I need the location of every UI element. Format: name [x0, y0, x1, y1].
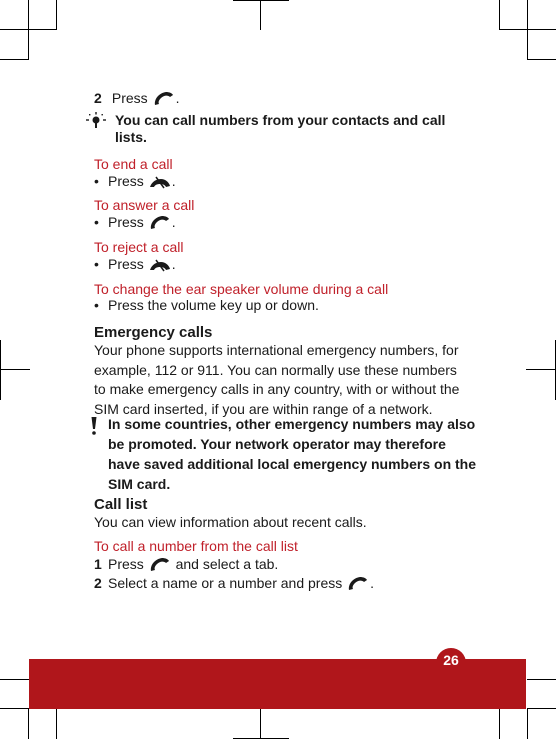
call-icon: [148, 214, 172, 234]
emergency-body: Your phone supports international emerge…: [94, 341, 466, 419]
call-list-title: Call list: [94, 496, 148, 513]
crop-mark: [0, 369, 30, 370]
call-icon: [152, 90, 176, 110]
bullet-text: Press the volume key up or down.: [108, 297, 319, 313]
lightbulb-icon: [85, 111, 107, 136]
bullet-item: • Press the volume key up or down.: [94, 296, 319, 314]
bullet-item: • Press .: [94, 172, 176, 193]
crop-mark: [28, 0, 29, 60]
period: .: [370, 575, 375, 591]
bullet-text: Press: [108, 214, 144, 230]
page-number: 26: [436, 648, 466, 672]
step-item: 1 Press and select a tab.: [94, 555, 278, 576]
crop-mark: [0, 679, 29, 680]
crop-mark: [260, 0, 261, 30]
end-call-icon: [148, 175, 172, 193]
tip-line: You can call numbers from your contacts …: [115, 112, 446, 128]
exclamation-icon: [89, 416, 99, 443]
step-item: 2 Press .: [94, 89, 179, 110]
bullet-text: Press: [108, 173, 144, 189]
section-heading: To reject a call: [94, 239, 184, 255]
bullet: •: [94, 173, 99, 189]
step-text: Press: [111, 90, 148, 106]
step-number: 1: [94, 556, 102, 572]
crop-mark: [526, 369, 556, 370]
tip-text: You can call numbers from your contacts …: [115, 112, 475, 146]
crop-mark: [527, 0, 528, 60]
period: .: [175, 90, 180, 106]
call-list-description: You can view information about recent ca…: [94, 514, 367, 530]
tip-line: lists.: [115, 129, 147, 145]
bullet: •: [94, 214, 99, 230]
step-item: 2 Select a name or a number and press .: [94, 574, 374, 595]
crop-mark: [260, 709, 261, 739]
section-heading: To end a call: [94, 156, 173, 172]
warning-line: SIM card.: [108, 476, 171, 492]
crop-mark: [499, 29, 556, 30]
period: .: [171, 214, 176, 230]
bullet-item: • Press .: [94, 255, 176, 276]
body-line: to make emergency calls in any country, …: [94, 381, 460, 397]
crop-mark: [499, 709, 500, 739]
section-heading: To call a number from the call list: [94, 538, 298, 554]
period: .: [171, 173, 176, 189]
crop-mark: [0, 59, 29, 60]
body-line: example, 112 or 911. You can normally us…: [94, 361, 457, 378]
crop-mark: [527, 59, 556, 60]
crop-mark: [28, 709, 29, 739]
crop-mark: [527, 709, 528, 739]
step-number: 2: [94, 575, 102, 591]
step-text: Select a name or a number and press: [108, 575, 343, 591]
crop-mark: [0, 29, 57, 30]
warning-line: have saved additional local emergency nu…: [108, 456, 477, 472]
section-heading: To answer a call: [94, 197, 195, 213]
call-icon: [148, 556, 172, 576]
crop-mark: [0, 708, 29, 709]
emergency-title: Emergency calls: [94, 324, 213, 341]
warning-text: In some countries, other emergency numbe…: [108, 414, 478, 494]
bullet-text: Press: [108, 256, 144, 272]
step-text: and select a tab.: [175, 556, 279, 572]
call-icon: [346, 575, 370, 595]
bullet-item: • Press .: [94, 213, 176, 234]
crop-mark: [527, 679, 556, 680]
bullet: •: [94, 297, 99, 313]
crop-mark: [233, 0, 289, 1]
crop-mark: [527, 708, 556, 709]
warning-line: In some countries, other emergency numbe…: [108, 416, 476, 432]
warning-line: be promoted. Your network operator may t…: [108, 436, 446, 452]
crop-mark: [56, 0, 57, 30]
period: .: [171, 256, 176, 272]
crop-mark: [0, 340, 1, 400]
crop-mark: [56, 709, 57, 739]
bullet: •: [94, 256, 99, 272]
end-call-icon: [148, 258, 172, 276]
body-line: Your phone supports international emerge…: [94, 342, 459, 358]
crop-mark: [499, 0, 500, 30]
step-number: 2: [94, 90, 102, 106]
step-text: Press: [108, 556, 144, 572]
